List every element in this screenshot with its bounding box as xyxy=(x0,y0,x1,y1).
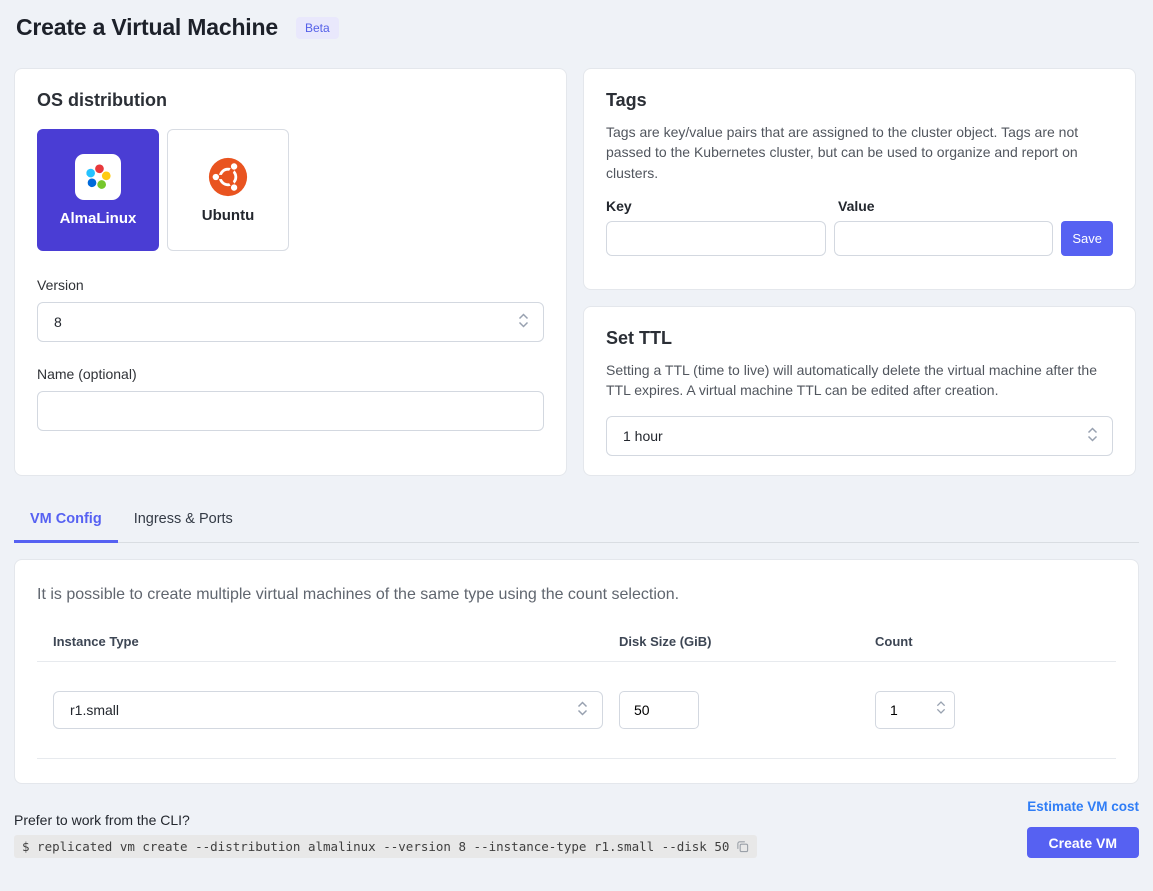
estimate-vm-cost-link[interactable]: Estimate VM cost xyxy=(1027,799,1139,814)
version-select[interactable]: 8 xyxy=(37,302,544,342)
tab-bar: VM Config Ingress & Ports xyxy=(14,503,1139,543)
ttl-description: Setting a TTL (time to live) will automa… xyxy=(606,360,1106,401)
instance-table: Instance Type Disk Size (GiB) Count r1.s… xyxy=(37,634,1116,759)
count-stepper[interactable] xyxy=(875,691,955,729)
os-tile-almalinux[interactable]: AlmaLinux xyxy=(37,129,159,251)
instance-table-row: r1.small xyxy=(37,661,1116,759)
create-vm-button[interactable]: Create VM xyxy=(1027,827,1139,858)
cli-section: Prefer to work from the CLI? $ replicate… xyxy=(14,812,757,858)
name-label: Name (optional) xyxy=(37,366,544,382)
ubuntu-icon xyxy=(208,157,248,197)
set-ttl-card: Set TTL Setting a TTL (time to live) wil… xyxy=(583,306,1136,476)
chevron-up-down-icon xyxy=(1087,426,1098,445)
save-tag-button[interactable]: Save xyxy=(1061,221,1113,256)
create-vm-page: Create a Virtual Machine Beta OS distrib… xyxy=(0,0,1153,858)
os-distribution-title: OS distribution xyxy=(37,90,544,111)
disk-size-input[interactable] xyxy=(619,691,699,729)
os-tile-almalinux-label: AlmaLinux xyxy=(60,210,137,227)
instance-type-value: r1.small xyxy=(70,702,119,718)
column-disk-size: Disk Size (GiB) xyxy=(619,634,875,649)
os-distribution-card: OS distribution xyxy=(14,68,567,476)
chevron-up-down-icon xyxy=(936,700,946,720)
version-label: Version xyxy=(37,277,544,293)
tags-description: Tags are key/value pairs that are assign… xyxy=(606,122,1093,183)
right-column: Tags Tags are key/value pairs that are a… xyxy=(583,68,1136,476)
vm-config-card: It is possible to create multiple virtua… xyxy=(14,559,1139,784)
vm-name-input[interactable] xyxy=(37,391,544,431)
column-count: Count xyxy=(875,634,1116,649)
cli-command-text: $ replicated vm create --distribution al… xyxy=(22,839,729,854)
page-title: Create a Virtual Machine xyxy=(16,14,278,41)
set-ttl-title: Set TTL xyxy=(606,328,1113,349)
copy-icon[interactable] xyxy=(736,840,749,853)
tab-vm-config[interactable]: VM Config xyxy=(14,503,118,543)
version-select-value: 8 xyxy=(54,314,62,330)
ttl-select-value: 1 hour xyxy=(623,428,663,444)
tags-field-labels: Key Value xyxy=(606,198,1113,214)
key-label: Key xyxy=(606,198,838,214)
tag-key-input[interactable] xyxy=(606,221,826,256)
column-instance-type: Instance Type xyxy=(53,634,619,649)
beta-badge: Beta xyxy=(296,17,339,39)
actions-section: Estimate VM cost Create VM xyxy=(1027,799,1139,858)
chevron-up-down-icon xyxy=(518,313,529,332)
tag-value-input[interactable] xyxy=(834,221,1054,256)
tab-ingress-ports[interactable]: Ingress & Ports xyxy=(118,503,249,542)
ttl-select[interactable]: 1 hour xyxy=(606,416,1113,456)
top-cards-row: OS distribution xyxy=(14,68,1139,476)
vm-config-description: It is possible to create multiple virtua… xyxy=(37,586,1116,604)
tags-card: Tags Tags are key/value pairs that are a… xyxy=(583,68,1136,290)
page-footer: Prefer to work from the CLI? $ replicate… xyxy=(14,796,1139,858)
cli-prompt-text: Prefer to work from the CLI? xyxy=(14,812,757,828)
chevron-up-down-icon xyxy=(577,701,588,720)
cli-command-strip: $ replicated vm create --distribution al… xyxy=(14,835,757,858)
tags-title: Tags xyxy=(606,90,1113,111)
almalinux-icon xyxy=(75,154,121,200)
os-tile-ubuntu[interactable]: Ubuntu xyxy=(167,129,289,251)
os-tile-ubuntu-label: Ubuntu xyxy=(202,207,254,224)
instance-table-header: Instance Type Disk Size (GiB) Count xyxy=(37,634,1116,661)
tags-input-row: Save xyxy=(606,221,1113,256)
instance-type-select[interactable]: r1.small xyxy=(53,691,603,729)
value-label: Value xyxy=(838,198,875,214)
os-tiles: AlmaLinux xyxy=(37,129,544,251)
page-header: Create a Virtual Machine Beta xyxy=(14,14,1139,41)
